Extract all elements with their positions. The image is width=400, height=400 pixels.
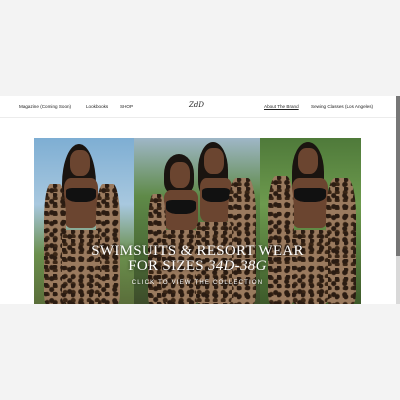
nav-link-lookbooks[interactable]: Lookbooks	[86, 104, 108, 109]
hero-banner[interactable]: SWIMSUITS & RESORT WEAR FOR SIZES 34D-38…	[34, 138, 361, 304]
hero-headline: SWIMSUITS & RESORT WEAR	[34, 244, 361, 259]
hero-headline-prefix: FOR SIZES	[128, 258, 208, 274]
hero-headline-line1: SWIMSUITS & RESORT WEAR	[91, 243, 304, 259]
nav-link-about-the-brand[interactable]: About The Brand	[264, 104, 299, 109]
page-scrollbar[interactable]	[396, 96, 400, 304]
top-navigation: Magazine (Coming Soon) Lookbooks SHOP Zd…	[0, 96, 396, 118]
scrollbar-thumb[interactable]	[396, 96, 400, 256]
hero-headline-sizes: 34D-38G	[207, 258, 267, 274]
nav-link-magazine[interactable]: Magazine (Coming Soon)	[19, 104, 71, 109]
brand-logo[interactable]: ZdD	[189, 101, 204, 109]
hero-subheadline: FOR SIZES 34D-38G	[34, 259, 361, 274]
nav-link-sewing-classes[interactable]: Sewing Classes (Los Angeles)	[311, 104, 373, 109]
view-collection-link[interactable]: CLICK TO VIEW THE COLLECTION	[34, 280, 361, 286]
web-page: Magazine (Coming Soon) Lookbooks SHOP Zd…	[0, 96, 400, 304]
nav-link-shop[interactable]: SHOP	[120, 104, 133, 109]
